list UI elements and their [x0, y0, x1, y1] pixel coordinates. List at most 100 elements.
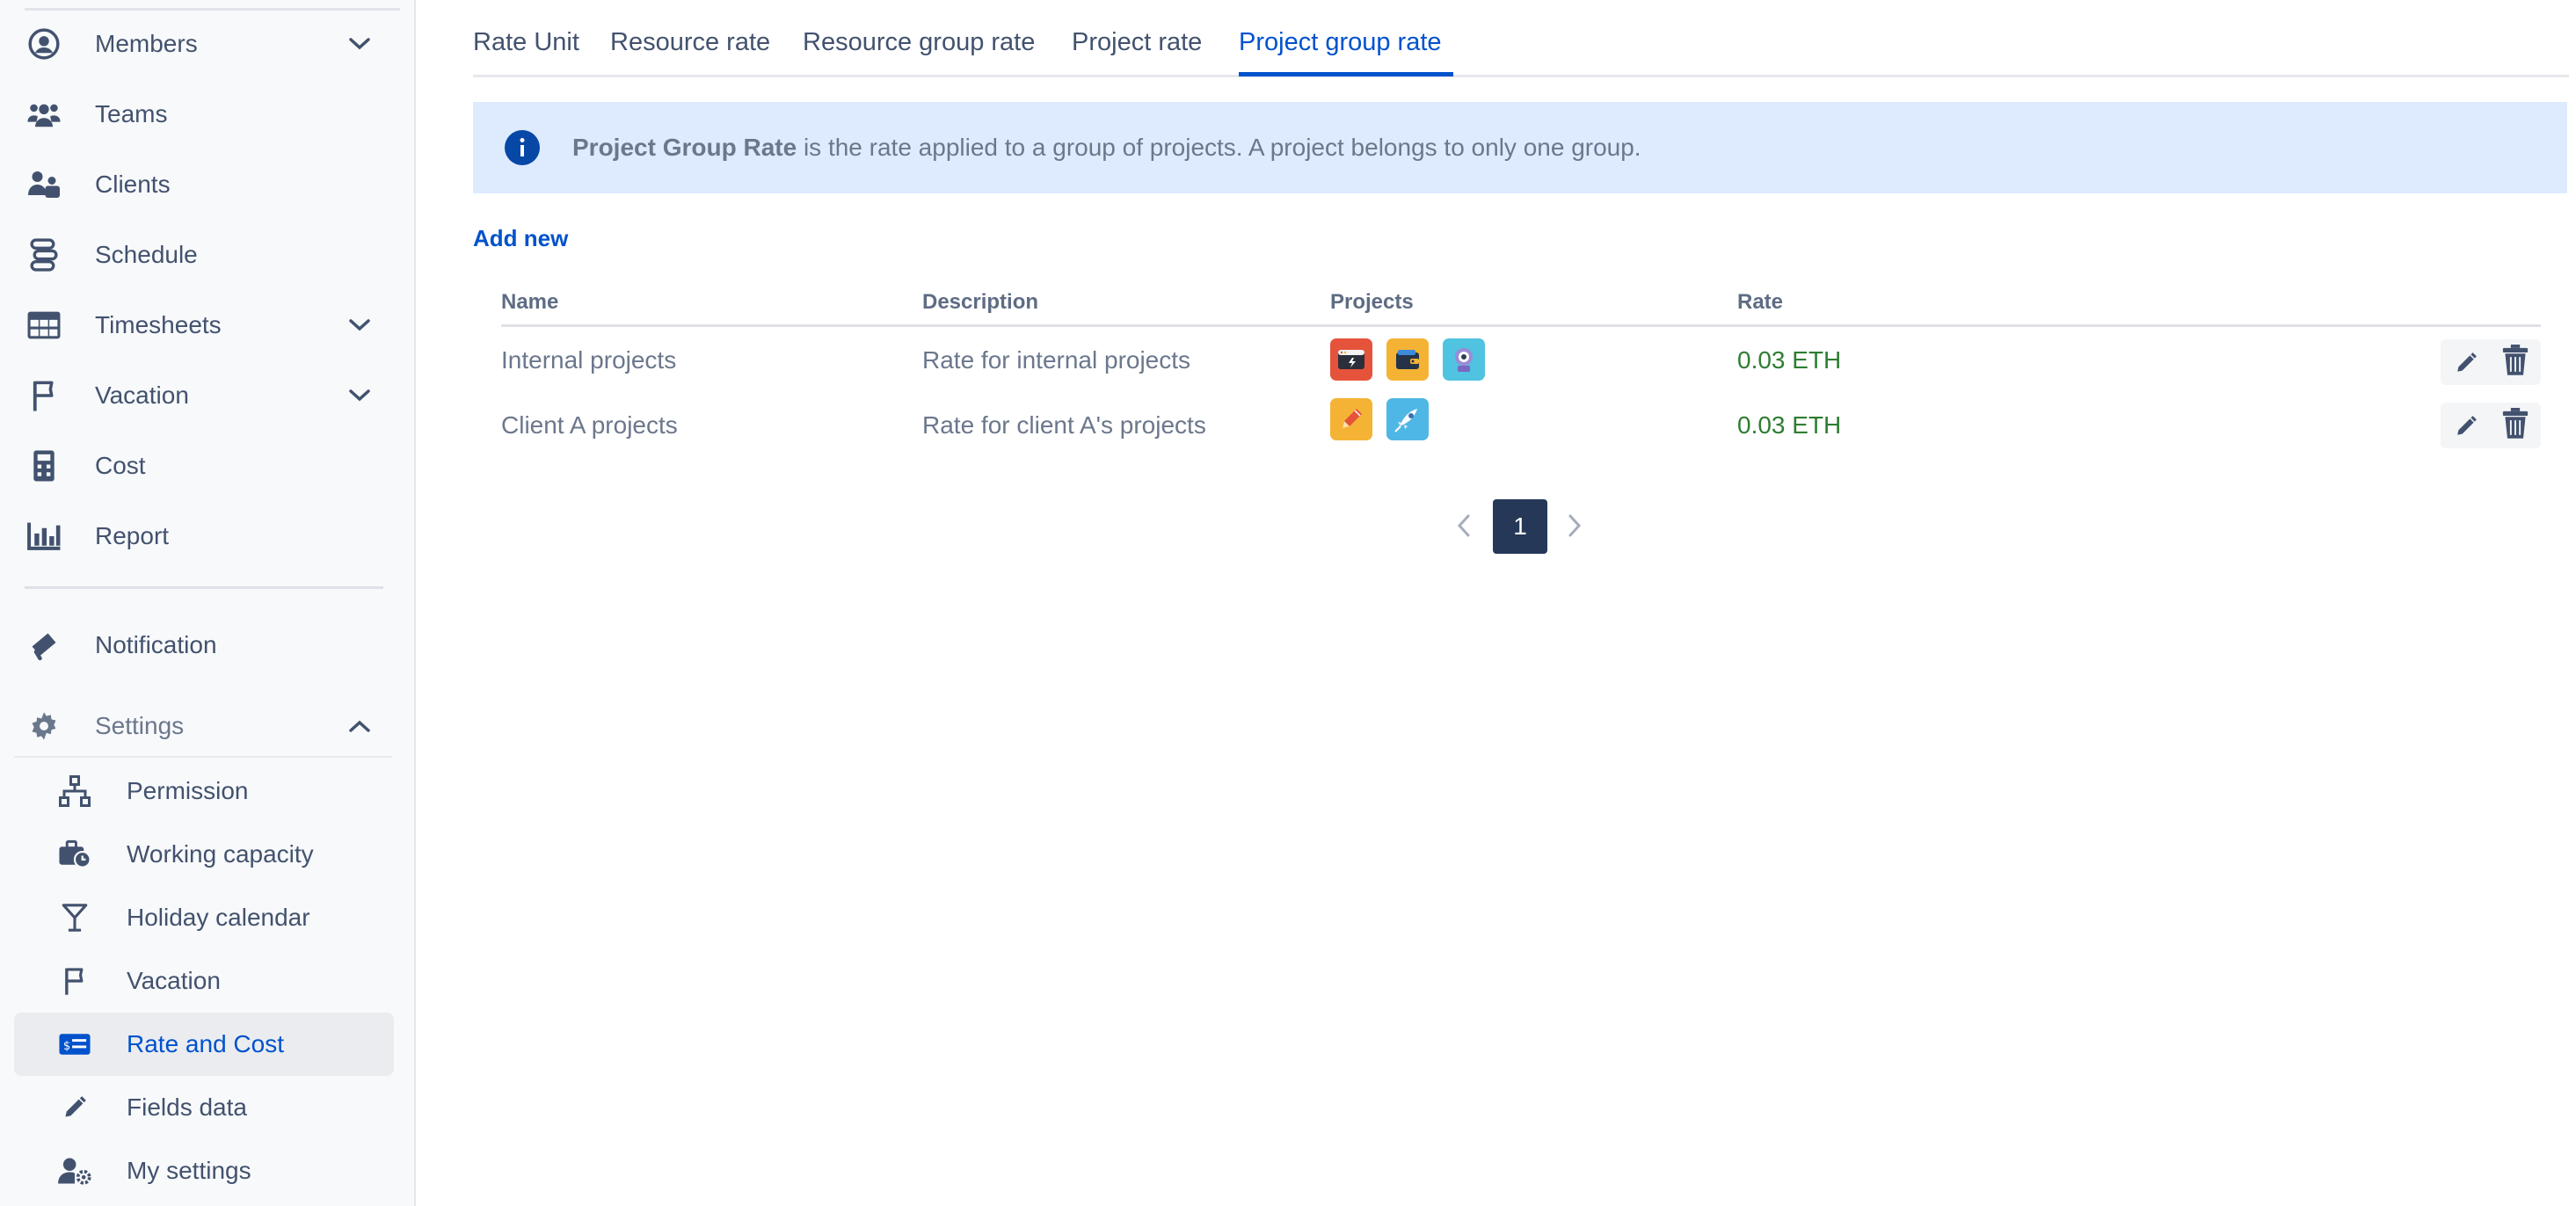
sidebar-item-label: Timesheets: [95, 311, 222, 338]
pagination-prev-icon[interactable]: [1451, 512, 1477, 540]
row-actions: [2441, 403, 2541, 448]
chevron-down-icon[interactable]: [346, 31, 373, 57]
settings-item-label: Fields data: [127, 1093, 247, 1121]
sidebar-item-label: Report: [95, 522, 170, 549]
banner-text: Project Group Rate is the rate applied t…: [572, 134, 1641, 162]
rocket-app-icon[interactable]: [1386, 398, 1429, 440]
schedule-icon: [26, 237, 62, 272]
table-header-divider: [501, 324, 2541, 327]
delete-icon[interactable]: [2500, 345, 2530, 375]
table-row: Client A projects Rate for client A's pr…: [501, 392, 2541, 455]
info-banner: Project Group Rate is the rate applied t…: [473, 102, 2567, 193]
settings-item-holiday-calendar[interactable]: Holiday calendar: [14, 886, 394, 949]
row-name: Client A projects: [501, 411, 678, 439]
bullhorn-icon: [26, 628, 62, 663]
settings-item-label: Permission: [127, 777, 249, 804]
tab-rate-unit[interactable]: Rate Unit: [473, 28, 579, 57]
row-rate: 0.03 ETH: [1737, 411, 1842, 439]
user-gear-icon: [58, 1155, 91, 1187]
column-header-rate: Rate: [1737, 290, 1784, 314]
sidebar-item-clients[interactable]: Clients: [14, 154, 392, 215]
pencil-icon: [58, 1092, 91, 1123]
settings-item-label: Working capacity: [127, 840, 314, 868]
column-header-projects: Projects: [1330, 290, 1414, 314]
edit-icon[interactable]: [2451, 348, 2481, 378]
sidebar-item-schedule[interactable]: Schedule: [14, 224, 392, 286]
sidebar-item-members[interactable]: Members: [14, 13, 392, 75]
sidebar-item-teams[interactable]: Teams: [14, 84, 392, 145]
clients-icon: [26, 167, 62, 202]
sidebar-item-vacation[interactable]: Vacation: [14, 365, 392, 426]
user-circle-icon: [26, 26, 62, 62]
wallet-app-icon[interactable]: [1386, 338, 1429, 381]
flag-icon: [58, 965, 91, 997]
project-icons: [1330, 398, 1429, 440]
sidebar-item-cost[interactable]: Cost: [14, 435, 392, 497]
settings-item-fields-data[interactable]: Fields data: [14, 1076, 394, 1139]
settings-item-my-settings[interactable]: My settings: [14, 1139, 394, 1202]
cocktail-icon: [58, 902, 91, 934]
sidebar-item-label: Clients: [95, 171, 171, 198]
sidebar-item-label: Schedule: [95, 241, 198, 268]
pagination-next-icon[interactable]: [1561, 512, 1588, 540]
table-icon: [26, 308, 62, 343]
pagination-page-current[interactable]: 1: [1493, 499, 1547, 554]
active-tab-indicator: [1239, 72, 1453, 76]
row-description: Rate for internal projects: [922, 346, 1191, 374]
sidebar-item-report[interactable]: Report: [14, 505, 392, 567]
tab-project-group-rate[interactable]: Project group rate: [1239, 28, 1442, 57]
settings-item-rate-and-cost[interactable]: $ Rate and Cost: [14, 1013, 394, 1076]
settings-item-label: Rate and Cost: [127, 1030, 284, 1057]
chevron-down-icon[interactable]: [346, 312, 373, 338]
rate-tabs: Rate Unit Resource rate Resource group r…: [473, 0, 2569, 77]
column-header-name: Name: [501, 290, 559, 314]
bar-chart-icon: [26, 519, 62, 554]
tab-project-rate[interactable]: Project rate: [1072, 28, 1202, 57]
settings-item-label: Holiday calendar: [127, 904, 310, 931]
sitemap-icon: [58, 775, 91, 807]
sidebar-item-label: Vacation: [95, 381, 189, 409]
gear-icon: [26, 708, 62, 744]
settings-divider: [14, 756, 392, 758]
settings-item-working-capacity[interactable]: Working capacity: [14, 823, 394, 886]
settings-item-label: Vacation: [127, 967, 221, 994]
banner-title: Project Group Rate: [572, 134, 797, 161]
tab-resource-group-rate[interactable]: Resource group rate: [803, 28, 1035, 57]
sidebar-item-notification[interactable]: Notification: [14, 614, 392, 676]
sidebar-item-settings[interactable]: Settings: [14, 695, 392, 757]
chevron-down-icon[interactable]: [346, 382, 373, 409]
row-rate: 0.03 ETH: [1737, 346, 1842, 374]
settings-item-label: My settings: [127, 1157, 251, 1184]
calculator-icon: [26, 448, 62, 483]
robot-app-icon[interactable]: [1443, 338, 1485, 381]
delete-icon[interactable]: [2500, 408, 2530, 439]
add-new-button[interactable]: Add new: [473, 225, 568, 252]
settings-item-permission[interactable]: Permission: [14, 759, 394, 823]
sidebar-item-label: Notification: [95, 631, 217, 658]
column-header-description: Description: [922, 290, 1039, 314]
tab-resource-rate[interactable]: Resource rate: [610, 28, 770, 57]
sidebar-item-label: Cost: [95, 452, 146, 479]
sidebar-item-label: Teams: [95, 100, 168, 127]
sidebar-divider: [25, 586, 383, 589]
sidebar-top-divider: [25, 8, 400, 11]
browser-app-icon[interactable]: [1330, 338, 1372, 381]
edit-icon[interactable]: [2451, 411, 2481, 441]
row-name: Internal projects: [501, 346, 677, 374]
sidebar-item-label: Settings: [95, 712, 185, 739]
briefcase-clock-icon: [58, 839, 91, 870]
money-card-icon: $: [58, 1028, 91, 1060]
table-row: Internal projects Rate for internal proj…: [501, 329, 2541, 392]
chevron-up-icon[interactable]: [346, 713, 373, 739]
info-icon: [504, 129, 541, 166]
settings-item-vacation[interactable]: Vacation: [14, 949, 394, 1013]
sidebar: Members Teams Clients Schedule Timesheet…: [0, 0, 416, 1206]
row-description: Rate for client A's projects: [922, 411, 1206, 439]
svg-text:$: $: [63, 1040, 70, 1053]
sidebar-item-label: Members: [95, 30, 198, 57]
users-icon: [26, 97, 62, 132]
sidebar-item-timesheets[interactable]: Timesheets: [14, 294, 392, 356]
flag-icon: [26, 378, 62, 413]
pen-app-icon[interactable]: [1330, 398, 1372, 440]
banner-description: is the rate applied to a group of projec…: [797, 134, 1641, 161]
